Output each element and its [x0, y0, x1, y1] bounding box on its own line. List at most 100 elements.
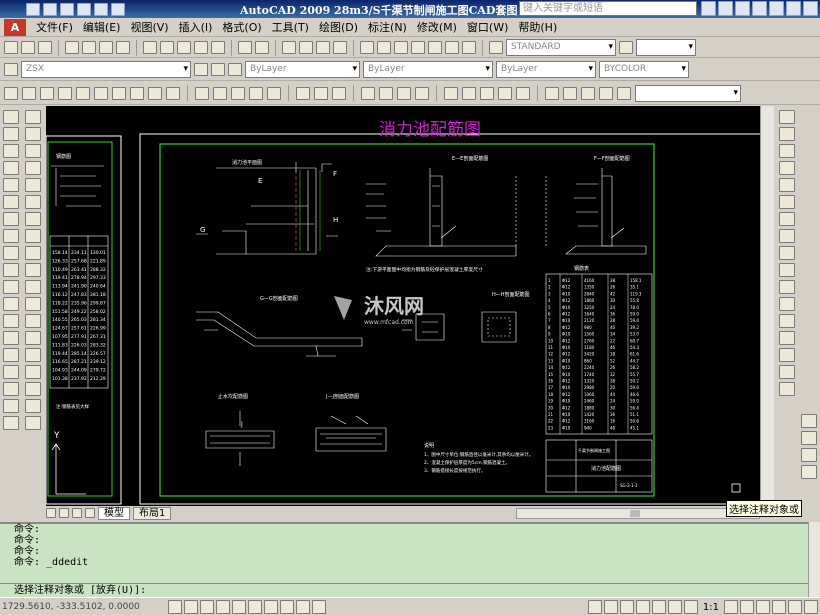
menu-tools[interactable]: 工具(T): [272, 19, 309, 35]
plot-style-select[interactable]: BYCOLOR: [599, 61, 689, 78]
mtext-icon[interactable]: [3, 416, 19, 430]
helix-icon[interactable]: [148, 86, 162, 100]
auto-scale-icon[interactable]: [740, 600, 754, 614]
maximize-icon[interactable]: [786, 1, 801, 16]
sweep-icon[interactable]: [231, 86, 245, 100]
ellipse-arc-icon[interactable]: [3, 280, 19, 294]
communication-center-icon[interactable]: [718, 1, 733, 16]
open-file-icon[interactable]: [43, 2, 57, 16]
box-icon[interactable]: [22, 86, 36, 100]
sphere-icon[interactable]: [76, 86, 90, 100]
match-properties-icon[interactable]: [194, 41, 208, 54]
tolerance-icon[interactable]: [25, 331, 41, 345]
status-tray-icon[interactable]: [788, 600, 802, 614]
dim-space-icon[interactable]: [25, 297, 41, 311]
break-at-point-icon[interactable]: [779, 297, 795, 311]
extrude-icon[interactable]: [195, 86, 209, 100]
tool-palettes-icon[interactable]: [394, 41, 408, 54]
save-toolbar-icon[interactable]: [38, 41, 52, 54]
3d-move-icon[interactable]: [361, 86, 375, 100]
polysolid-icon[interactable]: [4, 86, 18, 100]
gradient-icon[interactable]: [3, 365, 19, 379]
trim-icon[interactable]: [779, 263, 795, 277]
interfere-icon[interactable]: [480, 86, 494, 100]
presspull-icon[interactable]: [213, 86, 227, 100]
break-icon[interactable]: [779, 314, 795, 328]
line-icon[interactable]: [3, 110, 19, 124]
menu-format[interactable]: 格式(O): [222, 19, 261, 35]
render-icon[interactable]: [599, 86, 613, 100]
layer-state-icon[interactable]: [228, 63, 242, 76]
thicken-icon[interactable]: [462, 86, 476, 100]
layer-previous-icon[interactable]: [211, 63, 225, 76]
dim-style-select[interactable]: [636, 39, 696, 56]
zoom-window-icon[interactable]: [316, 41, 330, 54]
minimize-icon[interactable]: [769, 1, 784, 16]
properties-icon[interactable]: [360, 41, 374, 54]
rectangle-icon[interactable]: [3, 178, 19, 192]
markup-icon[interactable]: [428, 41, 442, 54]
arc-length-dim-icon[interactable]: [25, 144, 41, 158]
make-block-icon[interactable]: [3, 314, 19, 328]
app-logo-icon[interactable]: A: [4, 18, 26, 36]
explode-icon[interactable]: [779, 382, 795, 396]
point-icon[interactable]: [3, 331, 19, 345]
menu-window[interactable]: 窗口(W): [467, 19, 508, 35]
conceptual-icon[interactable]: [581, 86, 595, 100]
quickcalc-icon[interactable]: [445, 41, 459, 54]
menu-modify[interactable]: 修改(M): [417, 19, 457, 35]
model-space-icon[interactable]: [587, 600, 602, 614]
snap-mode-icon[interactable]: [168, 599, 182, 614]
help-toolbar-icon[interactable]: [462, 41, 476, 54]
move-icon[interactable]: [779, 195, 795, 209]
horizontal-scrollbar[interactable]: [516, 508, 760, 519]
visual-style-icon[interactable]: [545, 86, 559, 100]
layer-select[interactable]: ZSX: [21, 61, 191, 78]
sheet-set-icon[interactable]: [411, 41, 425, 54]
last-tab-icon[interactable]: [85, 508, 95, 518]
undo-toolbar-icon[interactable]: [238, 41, 252, 54]
lock-icon[interactable]: [772, 600, 786, 614]
jogged-dim-icon[interactable]: [25, 195, 41, 209]
pan-icon[interactable]: [282, 41, 296, 54]
showmotion-icon[interactable]: [667, 600, 682, 614]
search-icon[interactable]: [701, 1, 716, 16]
pyramid-icon[interactable]: [130, 86, 144, 100]
vertical-scrollbar[interactable]: [760, 106, 774, 506]
wedge-icon[interactable]: [40, 86, 54, 100]
design-center-icon[interactable]: [377, 41, 391, 54]
revolve-icon[interactable]: [249, 86, 263, 100]
circle-icon[interactable]: [3, 212, 19, 226]
chamfer-icon[interactable]: [779, 348, 795, 362]
spline-icon[interactable]: [3, 246, 19, 260]
favorites-star-icon[interactable]: [735, 1, 750, 16]
save-icon[interactable]: [60, 2, 74, 16]
redo-toolbar-icon[interactable]: [255, 41, 269, 54]
aligned-dim-icon[interactable]: [25, 127, 41, 141]
menu-edit[interactable]: 编辑(E): [83, 19, 121, 35]
center-mark-icon[interactable]: [25, 348, 41, 362]
annotation-visibility-icon[interactable]: [724, 600, 738, 614]
cone-icon[interactable]: [58, 86, 72, 100]
menu-view[interactable]: 视图(V): [130, 19, 168, 35]
3d-dwf-icon[interactable]: [116, 41, 130, 54]
steering-wheel-icon[interactable]: [651, 600, 666, 614]
continue-dim-icon[interactable]: [25, 280, 41, 294]
send-under-icon[interactable]: [801, 465, 817, 479]
paste-icon[interactable]: [177, 41, 191, 54]
object-snap-icon[interactable]: [232, 599, 246, 614]
ordinate-dim-icon[interactable]: [25, 161, 41, 175]
command-input[interactable]: 选择注释对象或 [放弃(U)]:: [0, 583, 808, 597]
arc-icon[interactable]: [3, 195, 19, 209]
region-icon[interactable]: [3, 382, 19, 396]
cut-icon[interactable]: [143, 41, 157, 54]
command-scrollbar[interactable]: [808, 522, 820, 597]
construction-line-icon[interactable]: [3, 127, 19, 141]
object-snap-tracking-icon[interactable]: [248, 599, 262, 614]
close-icon[interactable]: [803, 1, 818, 16]
print-icon[interactable]: [77, 2, 91, 16]
undo-icon[interactable]: [94, 2, 108, 16]
insert-block-icon[interactable]: [3, 297, 19, 311]
dim-edit-icon[interactable]: [25, 399, 41, 413]
intersect-icon[interactable]: [332, 86, 346, 100]
